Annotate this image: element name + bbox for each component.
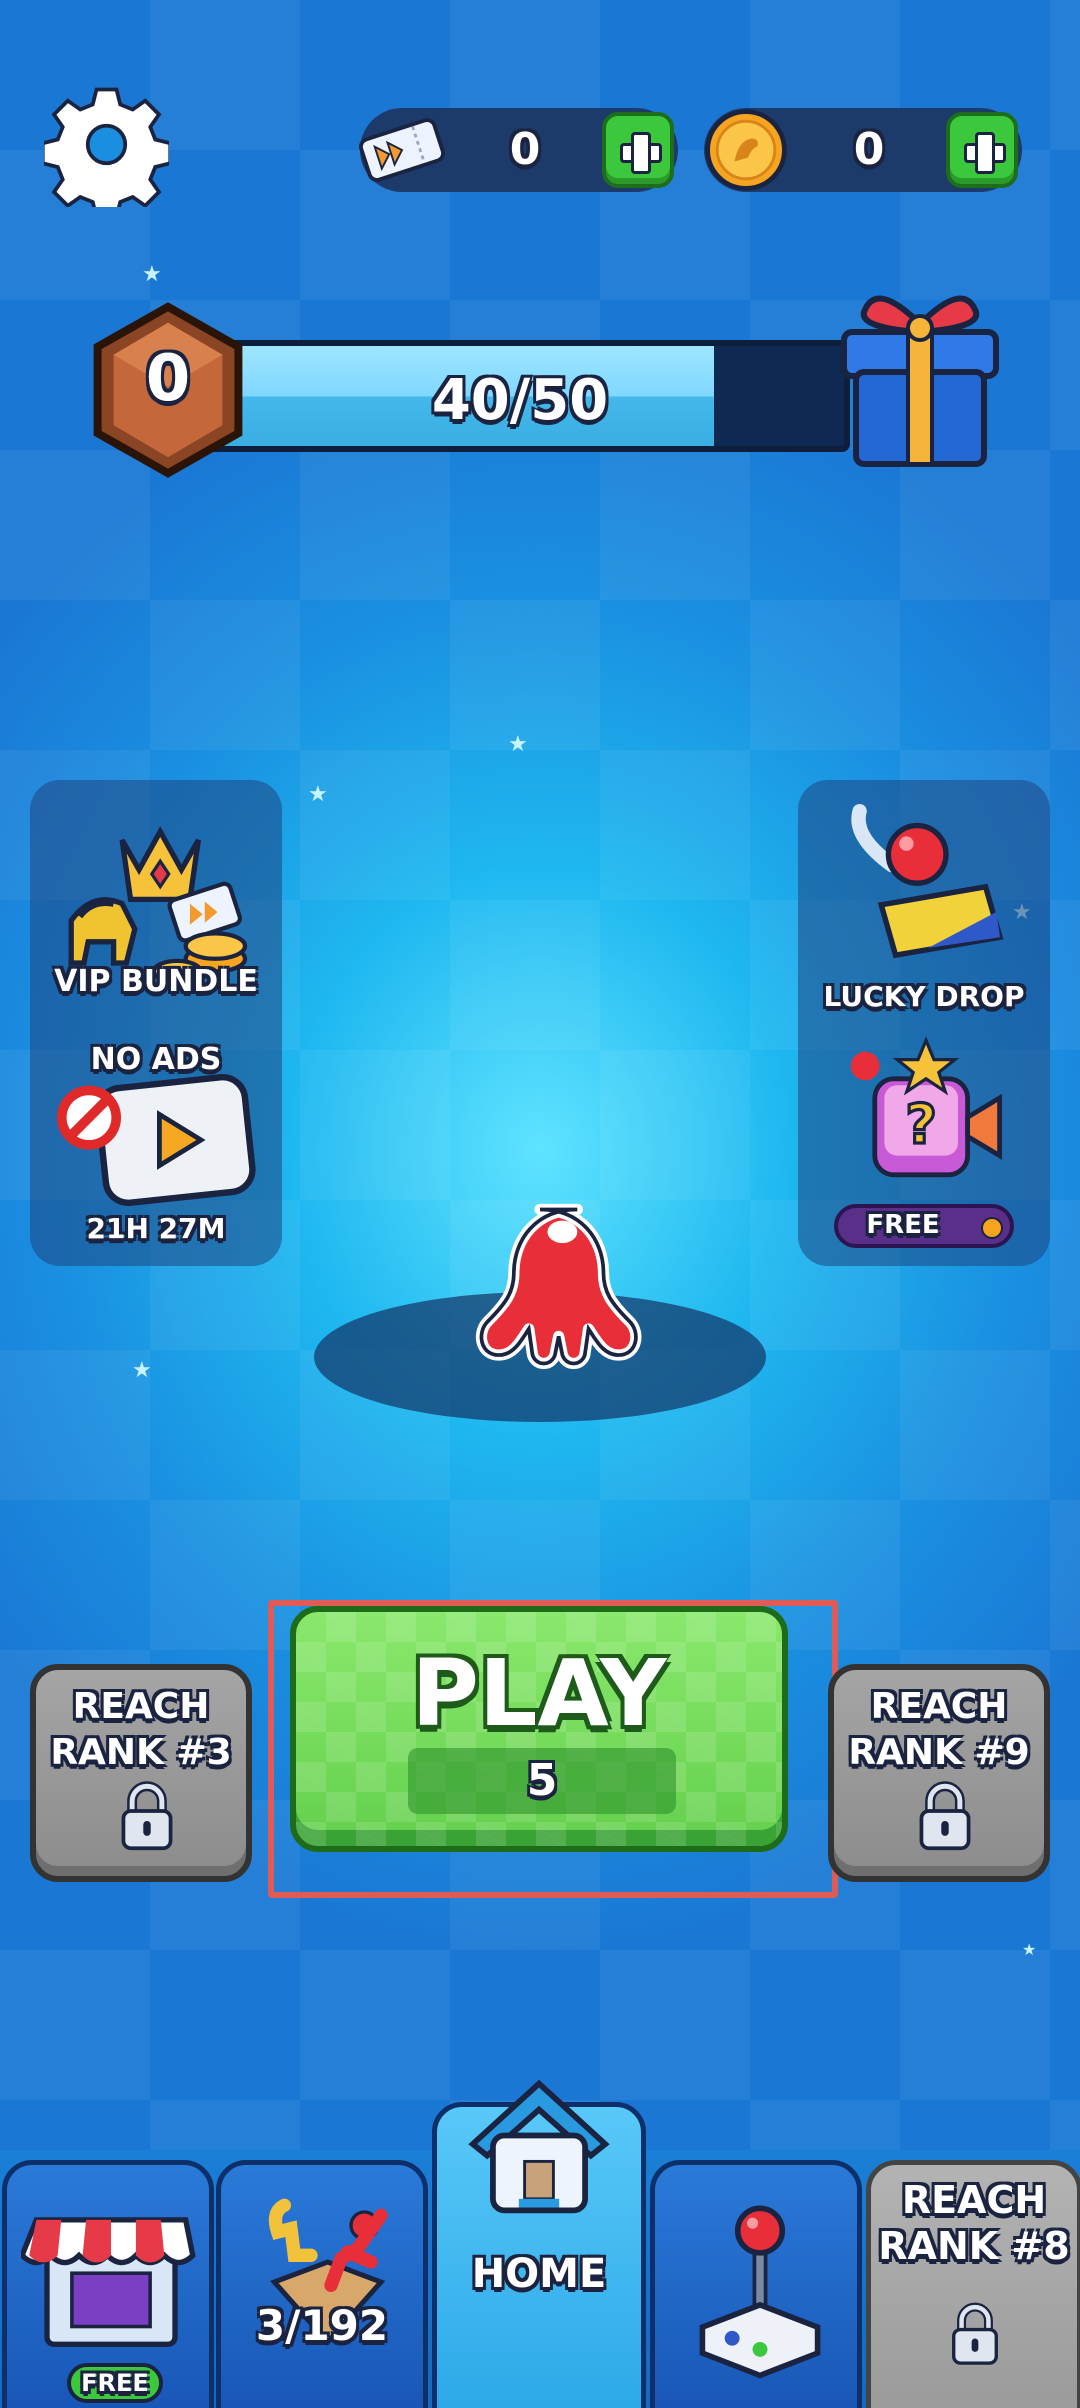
nav-tab-shop[interactable]: FREE: [2, 2160, 214, 2408]
shop-icon: [21, 2217, 196, 2347]
collection-count: 3/192: [255, 2301, 389, 2350]
coins-counter: 0: [704, 108, 1022, 192]
lucky-drop-icon[interactable]: [838, 800, 1018, 970]
lock-icon: [919, 1781, 971, 1851]
mystery-video-box-icon[interactable]: ?: [846, 1034, 1006, 1194]
locked-mode-rank-3[interactable]: REACH RANK #3: [30, 1664, 252, 1882]
sparkle-icon: ★: [308, 782, 328, 807]
lock-icon: [952, 2302, 998, 2365]
red-blob-character[interactable]: [428, 1198, 652, 1374]
rank-progress-bar: 40/50: [190, 340, 850, 452]
sparkle-icon: ★: [1022, 1940, 1037, 1959]
tickets-counter: 0: [359, 108, 678, 192]
free-label: FREE: [866, 1210, 940, 1240]
nav-tab-locked-rank-8[interactable]: REACH RANK #8: [866, 2160, 1080, 2408]
svg-text:?: ?: [905, 1093, 937, 1156]
vip-bundle-label[interactable]: VIP BUNDLE: [30, 964, 282, 999]
lock-icon: [121, 1781, 173, 1851]
video-ad-icon[interactable]: [56, 1060, 266, 1220]
lucky-drop-label[interactable]: LUCKY DROP: [798, 980, 1050, 1013]
locked-mode-label: REACH RANK #3: [36, 1684, 246, 1776]
home-icon: [468, 2079, 610, 2214]
nav-tab-collection[interactable]: 3/192: [216, 2160, 428, 2408]
nav-tab-games[interactable]: [650, 2160, 862, 2408]
locked-line2: RANK #3: [50, 1732, 232, 1773]
offers-panel-left: VIP BUNDLE NO ADS 21H 27M: [30, 780, 282, 1266]
coin-icon: [981, 1217, 1003, 1239]
nav-locked-label: REACH RANK #8: [871, 2177, 1077, 2269]
sparkle-icon: ★: [132, 1358, 152, 1383]
nav-locked-line2: RANK #8: [878, 2224, 1070, 2268]
locked-mode-label: REACH RANK #9: [834, 1684, 1044, 1776]
play-label: PLAY: [411, 1640, 667, 1747]
locked-mode-rank-9[interactable]: REACH RANK #9: [828, 1664, 1050, 1882]
play-button[interactable]: PLAY 5: [290, 1606, 788, 1852]
nav-locked-line1: REACH: [901, 2178, 1047, 2222]
coins-value: 0: [853, 124, 885, 175]
joystick-icon: [699, 2205, 821, 2379]
play-level: 5: [408, 1748, 676, 1814]
rank-progress-text: 40/50: [431, 368, 609, 433]
locked-line2: RANK #9: [848, 1732, 1030, 1773]
shop-free-badge: FREE: [67, 2363, 163, 2403]
add-tickets-button[interactable]: [602, 112, 674, 188]
tickets-value: 0: [509, 124, 541, 175]
locked-line1: REACH: [870, 1686, 1008, 1727]
sparkle-icon: ★: [142, 262, 162, 287]
nav-tab-home[interactable]: HOME: [432, 2079, 646, 2408]
no-ads-timer: 21H 27M: [86, 1212, 226, 1245]
locked-line1: REACH: [72, 1686, 210, 1727]
home-label: HOME: [471, 2251, 607, 2297]
coin-icon: [705, 109, 787, 191]
gift-box-icon[interactable]: [820, 280, 1020, 480]
add-coins-button[interactable]: [946, 112, 1018, 188]
settings-gear-icon[interactable]: [44, 82, 169, 207]
offers-panel-right: LUCKY DROP ? FREE: [798, 780, 1050, 1266]
free-reward-button[interactable]: FREE: [834, 1204, 1014, 1248]
rank-level: 0: [145, 342, 191, 416]
sparkle-icon: ★: [508, 732, 528, 757]
ticket-icon: [359, 118, 445, 182]
